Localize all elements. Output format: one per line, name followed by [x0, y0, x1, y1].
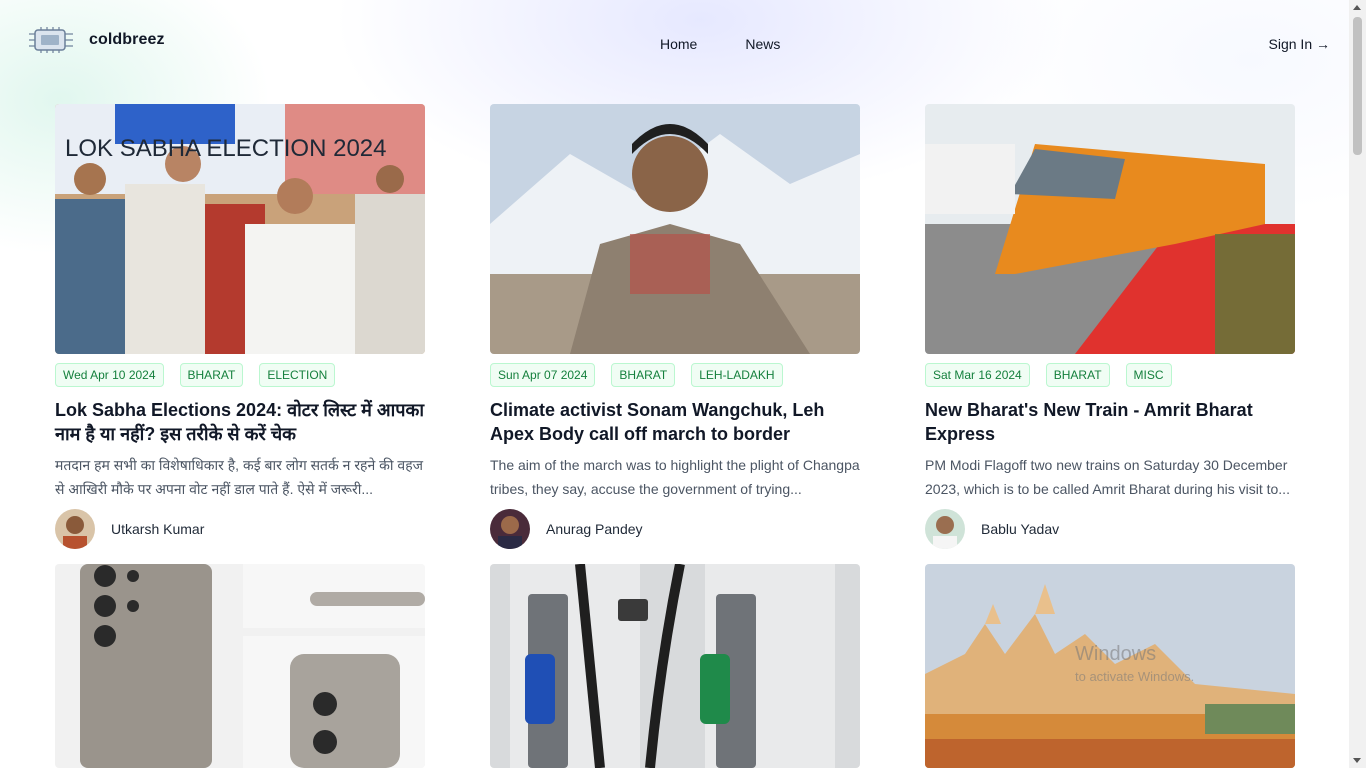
avatar	[490, 509, 530, 549]
smartphone-photo[interactable]	[55, 564, 425, 768]
date-tag: Sun Apr 07 2024	[490, 363, 596, 387]
vertical-scrollbar[interactable]	[1349, 0, 1366, 768]
scroll-down-icon[interactable]	[1353, 758, 1361, 763]
site-header: coldbreez Home News Sign In →	[0, 0, 1349, 88]
author[interactable]: Utkarsh Kumar	[55, 509, 425, 549]
article-title[interactable]: Climate activist Sonam Wangchuk, Leh Ape…	[490, 398, 860, 446]
scroll-thumb[interactable]	[1353, 17, 1362, 155]
article-card[interactable]	[490, 564, 860, 768]
tag-list: Wed Apr 10 2024 BHARAT ELECTION	[55, 363, 425, 387]
article-image	[490, 564, 860, 768]
category-tag[interactable]: LEH-LADAKH	[691, 363, 783, 387]
category-tag[interactable]: BHARAT	[1045, 363, 1110, 387]
article-excerpt: PM Modi Flagoff two new trains on Saturd…	[925, 457, 1290, 497]
activist-portrait-photo[interactable]	[490, 104, 860, 354]
author[interactable]: Bablu Yadav	[925, 509, 1295, 549]
article-excerpt: The aim of the march was to highlight th…	[490, 457, 860, 497]
image-caption: LOK SABHA ELECTION 2024	[65, 135, 386, 162]
election-rally-photo[interactable]: LOK SABHA ELECTION 2024	[55, 104, 425, 354]
tag-list: Sat Mar 16 2024 BHARAT MISC	[925, 363, 1295, 387]
sign-in-link[interactable]: Sign In →	[1269, 36, 1330, 52]
author-name: Utkarsh Kumar	[111, 521, 205, 537]
brand[interactable]: coldbreez	[27, 26, 165, 54]
avatar	[55, 509, 95, 549]
train-photo[interactable]	[925, 104, 1295, 354]
article-card[interactable]	[55, 564, 425, 768]
tag-list: Sun Apr 07 2024 BHARAT LEH-LADAKH	[490, 363, 860, 387]
article-title[interactable]: Lok Sabha Elections 2024: वोटर लिस्ट में…	[55, 398, 425, 446]
article-card[interactable]	[925, 564, 1295, 768]
author[interactable]: Anurag Pandey	[490, 509, 860, 549]
category-tag[interactable]: ELECTION	[259, 363, 336, 387]
article-excerpt: मतदान हम सभी का विशेषाधिकार है, कई बार ल…	[55, 457, 424, 497]
category-tag[interactable]: MISC	[1125, 363, 1172, 387]
article-image	[925, 104, 1295, 354]
avatar	[925, 509, 965, 549]
date-tag: Sat Mar 16 2024	[925, 363, 1030, 387]
article-image	[490, 104, 860, 354]
article-image: LOK SABHA ELECTION 2024	[55, 104, 425, 354]
scroll-up-icon[interactable]	[1353, 5, 1361, 10]
nav-home[interactable]: Home	[660, 36, 697, 52]
author-name: Anurag Pandey	[546, 521, 643, 537]
article-image	[925, 564, 1295, 768]
article-title[interactable]: New Bharat's New Train - Amrit Bharat Ex…	[925, 398, 1295, 446]
brand-name: coldbreez	[89, 31, 165, 48]
main-nav: Home News	[660, 36, 780, 52]
category-tag[interactable]: BHARAT	[611, 363, 676, 387]
temple-photo[interactable]	[925, 564, 1295, 768]
date-tag: Wed Apr 10 2024	[55, 363, 164, 387]
fuel-pump-photo[interactable]	[490, 564, 860, 768]
article-image	[55, 564, 425, 768]
category-tag[interactable]: BHARAT	[179, 363, 244, 387]
author-name: Bablu Yadav	[981, 521, 1060, 537]
article-card[interactable]: Sun Apr 07 2024 BHARAT LEH-LADAKH Climat…	[490, 104, 860, 549]
article-card[interactable]: LOK SABHA ELECTION 2024 Wed Apr 10 2024 …	[55, 104, 425, 549]
nav-news[interactable]: News	[745, 36, 780, 52]
article-card[interactable]: Sat Mar 16 2024 BHARAT MISC New Bharat's…	[925, 104, 1295, 549]
circuit-chip-icon	[29, 27, 73, 53]
